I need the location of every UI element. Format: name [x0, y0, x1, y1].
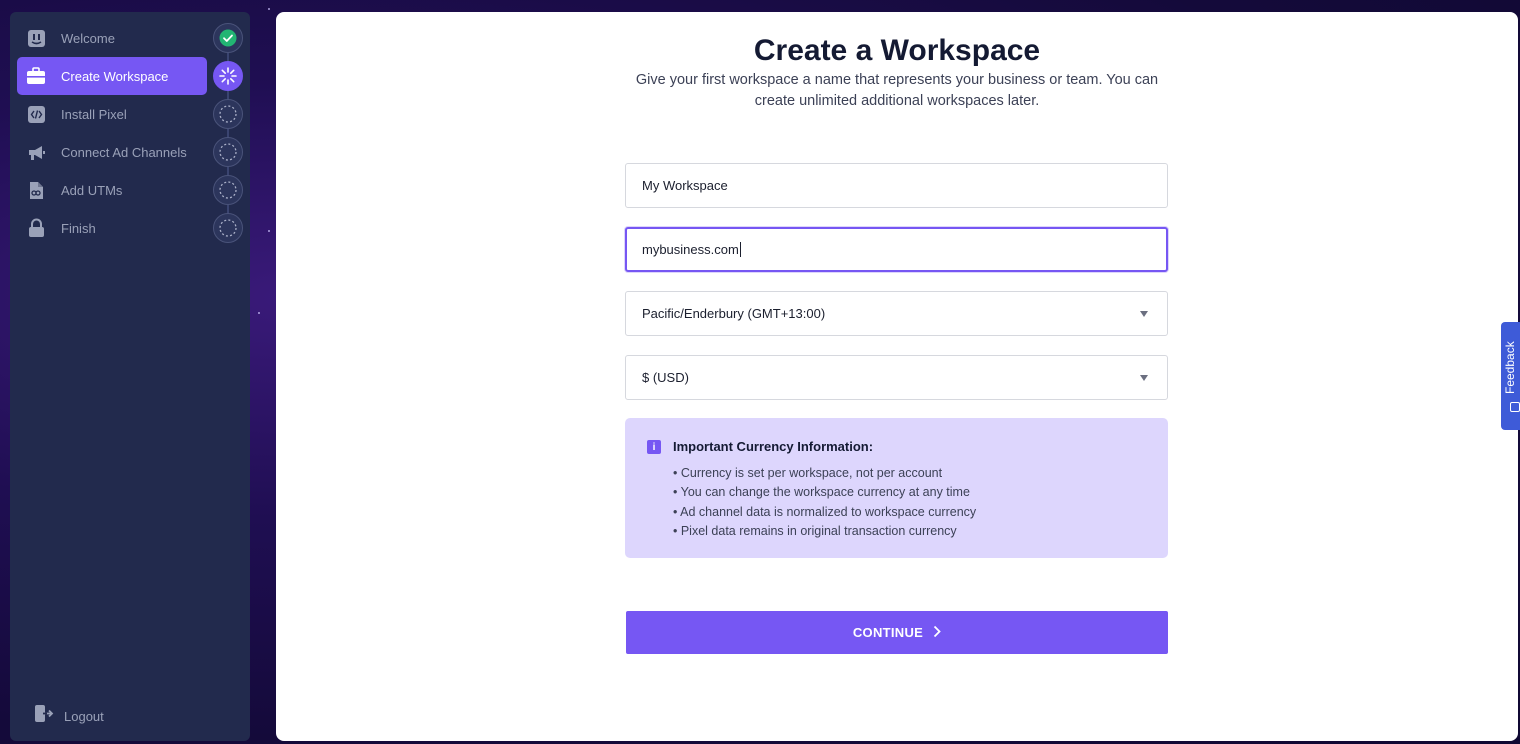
lock-icon — [25, 217, 47, 239]
currency-value: $ (USD) — [642, 370, 689, 385]
feedback-icon — [1510, 402, 1520, 412]
star-decoration — [268, 8, 270, 10]
page-subtitle: Give your first workspace a name that re… — [635, 72, 1159, 109]
sidebar-item-welcome[interactable]: Welcome — [17, 19, 207, 57]
main-panel: Create a Workspace Give your first works… — [276, 12, 1518, 741]
logout-icon — [34, 704, 54, 728]
pending-circle-icon — [219, 181, 237, 199]
document-link-icon — [25, 179, 47, 201]
list-item: • Pixel data remains in original transac… — [673, 523, 957, 538]
chevron-down-icon — [1140, 311, 1148, 317]
step-pending-status — [213, 175, 243, 205]
sidebar-item-add-utms[interactable]: Add UTMs — [17, 171, 207, 209]
waving-face-icon — [25, 27, 47, 49]
workspace-name-input[interactable]: My Workspace — [625, 163, 1168, 208]
continue-button[interactable]: CONTINUE — [626, 611, 1168, 654]
sidebar-item-label: Welcome — [61, 30, 115, 46]
sidebar-item-label: Install Pixel — [61, 106, 127, 122]
info-icon: i — [647, 440, 661, 454]
workspace-name-value: My Workspace — [642, 178, 728, 193]
timezone-select[interactable]: Pacific/Enderbury (GMT+13:00) — [625, 291, 1168, 336]
continue-label: CONTINUE — [852, 625, 924, 640]
info-list: • Currency is set per workspace, not per… — [673, 464, 976, 541]
website-value: mybusiness.com — [642, 242, 739, 257]
text-caret — [739, 242, 741, 257]
briefcase-icon — [25, 65, 47, 87]
pending-circle-icon — [219, 143, 237, 161]
star-decoration — [258, 312, 260, 314]
timezone-value: Pacific/Enderbury (GMT+13:00) — [642, 306, 826, 321]
info-title: Important Currency Information: — [673, 439, 874, 454]
page-title: Create a Workspace — [753, 34, 1041, 67]
step-complete-status — [213, 23, 243, 53]
sidebar-item-connect-ad-channels[interactable]: Connect Ad Channels — [17, 133, 207, 171]
step-pending-status — [213, 213, 243, 243]
currency-select[interactable]: $ (USD) — [625, 355, 1168, 400]
website-input[interactable]: mybusiness.com — [625, 227, 1168, 272]
sidebar-item-install-pixel[interactable]: Install Pixel — [17, 95, 207, 133]
loading-spinner-icon — [219, 67, 237, 85]
sidebar-item-label: Finish — [61, 220, 96, 236]
chevron-down-icon — [1140, 375, 1148, 381]
chevron-right-icon — [933, 625, 941, 641]
star-decoration — [268, 230, 270, 232]
sidebar-item-label: Connect Ad Channels — [61, 144, 187, 160]
currency-info-box: i Important Currency Information: • Curr… — [625, 418, 1168, 558]
check-circle-icon — [219, 29, 237, 47]
pending-circle-icon — [219, 219, 237, 237]
sidebar-item-label: Add UTMs — [61, 182, 123, 198]
step-pending-status — [213, 99, 243, 129]
pending-circle-icon — [219, 105, 237, 123]
code-icon — [25, 103, 47, 125]
sidebar-item-label: Create Workspace — [61, 68, 169, 84]
sidebar-item-create-workspace[interactable]: Create Workspace — [17, 57, 207, 95]
onboarding-sidebar: Welcome Create Workspace Install Pixel C… — [10, 12, 250, 741]
list-item: • Currency is set per workspace, not per… — [673, 466, 943, 480]
step-in-progress-status — [213, 61, 243, 91]
feedback-tab[interactable]: Feedback — [1501, 322, 1520, 430]
logout-button[interactable]: Logout — [34, 704, 104, 728]
sidebar-item-finish[interactable]: Finish — [17, 209, 207, 247]
step-pending-status — [213, 137, 243, 167]
list-item: • Ad channel data is normalized to works… — [673, 504, 977, 519]
megaphone-icon — [25, 141, 47, 163]
logout-label: Logout — [64, 708, 104, 724]
feedback-label: Feedback — [1503, 341, 1517, 394]
list-item: • You can change the workspace currency … — [673, 485, 970, 500]
